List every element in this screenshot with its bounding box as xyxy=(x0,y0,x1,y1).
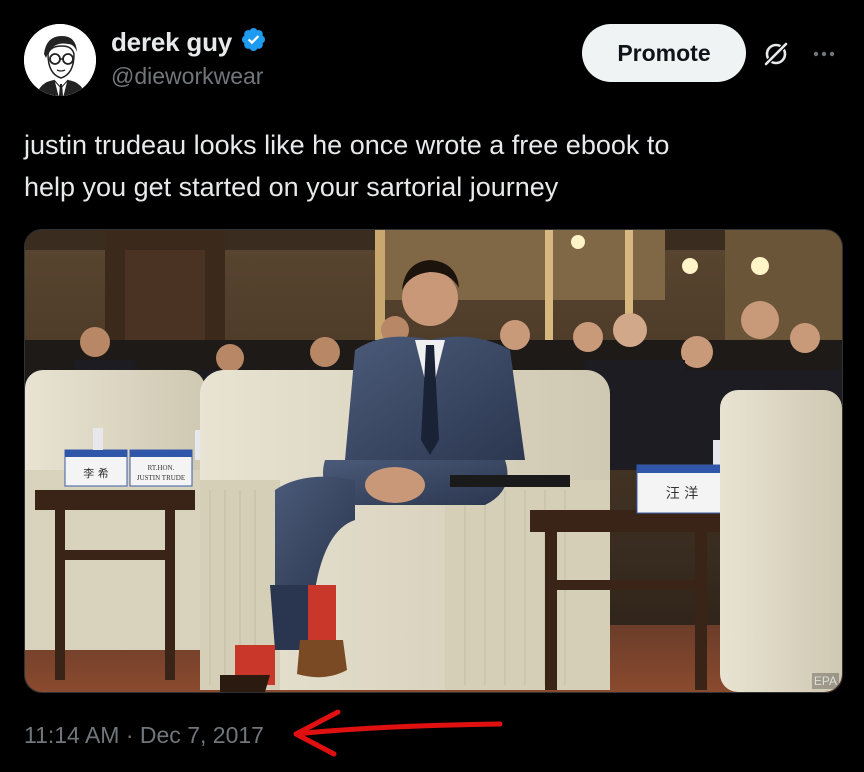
author-handle[interactable]: @dieworkwear xyxy=(111,63,263,90)
tweet-text-line: help you get started on your sartorial j… xyxy=(24,172,559,202)
avatar-illustration xyxy=(24,24,96,96)
avatar[interactable] xyxy=(24,24,96,96)
author-display-name[interactable]: derek guy xyxy=(111,27,232,58)
verified-badge-icon[interactable] xyxy=(240,26,267,58)
annotation-arrow-icon xyxy=(293,709,503,757)
tweet-photo[interactable]: 李 希 RT.HON. JUSTIN TRUDE 汪 洋 EPA xyxy=(24,229,843,693)
place-card-middle-line2: JUSTIN TRUDE xyxy=(137,474,185,482)
tweet-text: justin trudeau looks like he once wrote … xyxy=(24,124,824,208)
grok-slash-icon[interactable] xyxy=(760,38,792,70)
ellipsis-icon[interactable] xyxy=(808,38,840,70)
place-card-middle-line1: RT.HON. xyxy=(148,464,175,472)
photo-watermark: EPA xyxy=(811,673,839,689)
tweet-timestamp[interactable]: 11:14 AM · Dec 7, 2017 xyxy=(24,722,264,749)
place-card-left: 李 希 xyxy=(83,466,109,480)
promote-button[interactable]: Promote xyxy=(582,24,746,82)
place-card-right: 汪 洋 xyxy=(666,486,698,502)
author-name-row[interactable]: derek guy xyxy=(111,26,267,58)
tweet-text-line: justin trudeau looks like he once wrote … xyxy=(24,130,670,160)
photo-scene: 李 希 RT.HON. JUSTIN TRUDE 汪 洋 xyxy=(25,230,842,692)
